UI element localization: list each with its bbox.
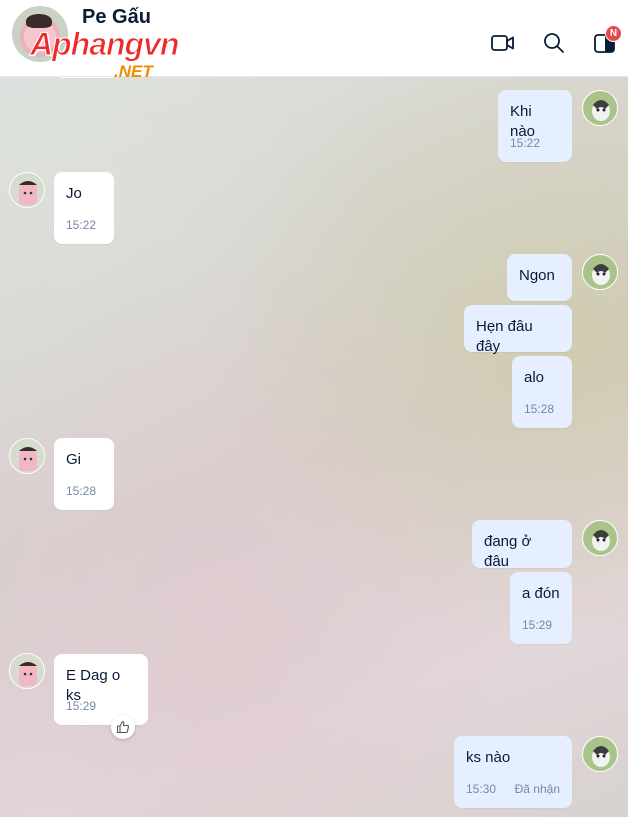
my-avatar[interactable] [582, 736, 618, 772]
search-icon[interactable] [541, 30, 567, 56]
message-bubble-incoming[interactable]: E Dag o ks 15:29 [54, 654, 148, 725]
chat-header: Pe Gấu Aphangvn .NET N [0, 0, 628, 81]
message-bubble-outgoing[interactable]: ks nào 15:30 Đã nhận [454, 736, 572, 808]
message-bubble-outgoing[interactable]: alo 15:28 [512, 356, 572, 428]
my-avatar[interactable] [582, 520, 618, 556]
watermark-logo: Aphangvn [29, 26, 179, 63]
message-text: đang ở đâu [484, 533, 532, 570]
message-bubble-outgoing[interactable]: Hẹn đâu đây [464, 305, 572, 355]
message-text: ks nào [466, 749, 511, 766]
watermark-logo-suffix: .NET [114, 62, 153, 81]
notification-badge: N [605, 25, 622, 42]
contact-message-avatar[interactable] [9, 172, 45, 208]
message-text: Gi [66, 451, 81, 468]
like-reaction-button[interactable] [111, 715, 135, 739]
message-bubble-outgoing[interactable]: Ngon [507, 254, 572, 301]
message-time: 15:30 [466, 782, 497, 796]
contact-message-avatar[interactable] [9, 438, 45, 474]
message-bubble-incoming[interactable]: Jo 15:22 [54, 172, 114, 244]
message-status: Đã nhận [514, 782, 560, 796]
my-avatar[interactable] [582, 254, 618, 290]
message-time: 15:28 [524, 402, 555, 416]
thumbs-up-icon [116, 720, 129, 734]
message-time: 15:28 [66, 484, 97, 498]
message-text: a đón [522, 585, 560, 602]
message-bubble-outgoing[interactable]: Khi nào 15:22 [498, 90, 572, 162]
message-time: 15:22 [510, 136, 541, 150]
message-time: 15:22 [66, 218, 97, 232]
message-time: 15:29 [66, 699, 97, 713]
message-time: 15:29 [522, 618, 553, 632]
message-bubble-outgoing[interactable]: a đón 15:29 [510, 572, 572, 644]
message-bubble-incoming[interactable]: Gi 15:28 [54, 438, 114, 510]
message-bubble-outgoing[interactable]: đang ở đâu [472, 520, 572, 570]
my-avatar[interactable] [582, 90, 618, 126]
contact-message-avatar[interactable] [9, 653, 45, 689]
message-text: Jo [66, 185, 82, 202]
message-text: alo [524, 369, 545, 386]
video-camera-icon[interactable] [490, 30, 516, 56]
message-text: Ngon [519, 267, 555, 284]
message-text: Hẹn đâu đây [476, 318, 533, 355]
